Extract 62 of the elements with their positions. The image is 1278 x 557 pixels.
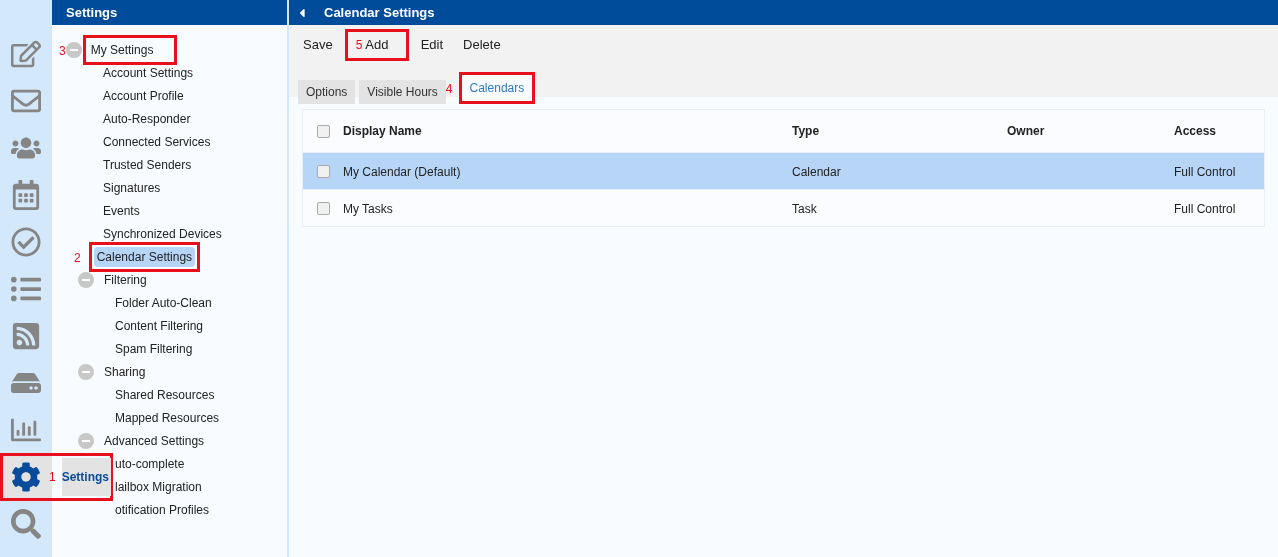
toolbar-button[interactable]: Edit	[412, 32, 452, 58]
column-header[interactable]: Owner	[1007, 122, 1174, 140]
tree-item[interactable]: Filtering	[101, 268, 150, 291]
column-header[interactable]: Access	[1174, 122, 1264, 140]
toolbar-button[interactable]: Save	[303, 32, 341, 58]
settings-tooltip: Settings	[61, 458, 112, 496]
collapse-icon[interactable]	[78, 363, 94, 380]
tree-item[interactable]: uto-complete	[112, 452, 188, 475]
tree-item[interactable]: Mapped Resources	[112, 406, 223, 429]
tree-item[interactable]: Sharing	[101, 360, 149, 383]
tree-item[interactable]: Trusted Senders	[100, 153, 195, 176]
sidebar-header: Settings	[52, 0, 287, 25]
table-cell: Full Control	[1174, 202, 1236, 216]
search-icon	[11, 509, 41, 539]
toolbar-button[interactable]: 5 Add	[344, 29, 409, 61]
tree-item[interactable]: Connected Services	[100, 130, 214, 153]
callout-number: 1	[49, 471, 56, 483]
tree-item[interactable]: My Settings	[87, 39, 157, 60]
tree-item[interactable]: Advanced Settings	[101, 429, 208, 452]
table-cell: Task	[792, 202, 817, 216]
table-cell: Calendar	[792, 165, 841, 179]
tree-item[interactable]: lailbox Migration	[112, 475, 205, 498]
callout-number: 3	[59, 44, 66, 58]
table-cell: My Calendar (Default)	[343, 165, 461, 179]
tab[interactable]: Visible Hours	[359, 80, 446, 104]
list-icon	[11, 274, 41, 304]
callout-number: 5	[355, 39, 363, 51]
callout-number: 2	[74, 251, 81, 265]
tree-item[interactable]: Synchronized Devices	[100, 222, 225, 245]
checkbox[interactable]	[316, 124, 330, 138]
tree-item[interactable]: Account Settings	[100, 61, 197, 84]
column-header[interactable]: Type	[792, 122, 1007, 140]
tree-item[interactable]: Auto-Responder	[100, 107, 194, 130]
table-row[interactable]: My Calendar (Default) Calendar Full Control	[303, 152, 1264, 189]
page-title: Calendar Settings	[324, 3, 435, 22]
toolbar-button[interactable]: Delete	[455, 32, 509, 58]
tab[interactable]: Options	[298, 80, 356, 104]
tree-item[interactable]: Spam Filtering	[112, 337, 196, 360]
callout-number: 4	[445, 82, 453, 96]
compose-icon	[11, 39, 41, 69]
rss-icon	[11, 321, 41, 351]
table-row[interactable]: My Tasks Task Full Control	[303, 189, 1264, 226]
tree-item[interactable]: Signatures	[100, 176, 164, 199]
tree-item[interactable]: Content Filtering	[112, 314, 207, 337]
table-cell: Full Control	[1174, 165, 1236, 179]
tree-item[interactable]: otification Profiles	[112, 498, 213, 521]
tree-item[interactable]: Calendar Settings	[93, 246, 196, 267]
column-header[interactable]: Display Name	[343, 122, 792, 140]
settings-icon	[11, 462, 41, 492]
collapse-icon[interactable]	[78, 271, 94, 288]
checkbox[interactable]	[316, 164, 330, 178]
tree-item[interactable]: Shared Resources	[112, 383, 218, 406]
collapse-icon[interactable]	[78, 432, 94, 449]
rail-button[interactable]	[0, 456, 52, 498]
checkbox[interactable]	[316, 201, 330, 215]
tree-item[interactable]: Account Profile	[100, 84, 187, 107]
tab[interactable]: Calendars	[458, 72, 536, 104]
collapse-icon[interactable]	[65, 41, 82, 58]
tree-item[interactable]: Events	[100, 199, 143, 222]
table-cell: My Tasks	[343, 202, 393, 216]
tree-item[interactable]: Folder Auto-Clean	[112, 291, 215, 314]
calendar-icon	[11, 180, 41, 210]
